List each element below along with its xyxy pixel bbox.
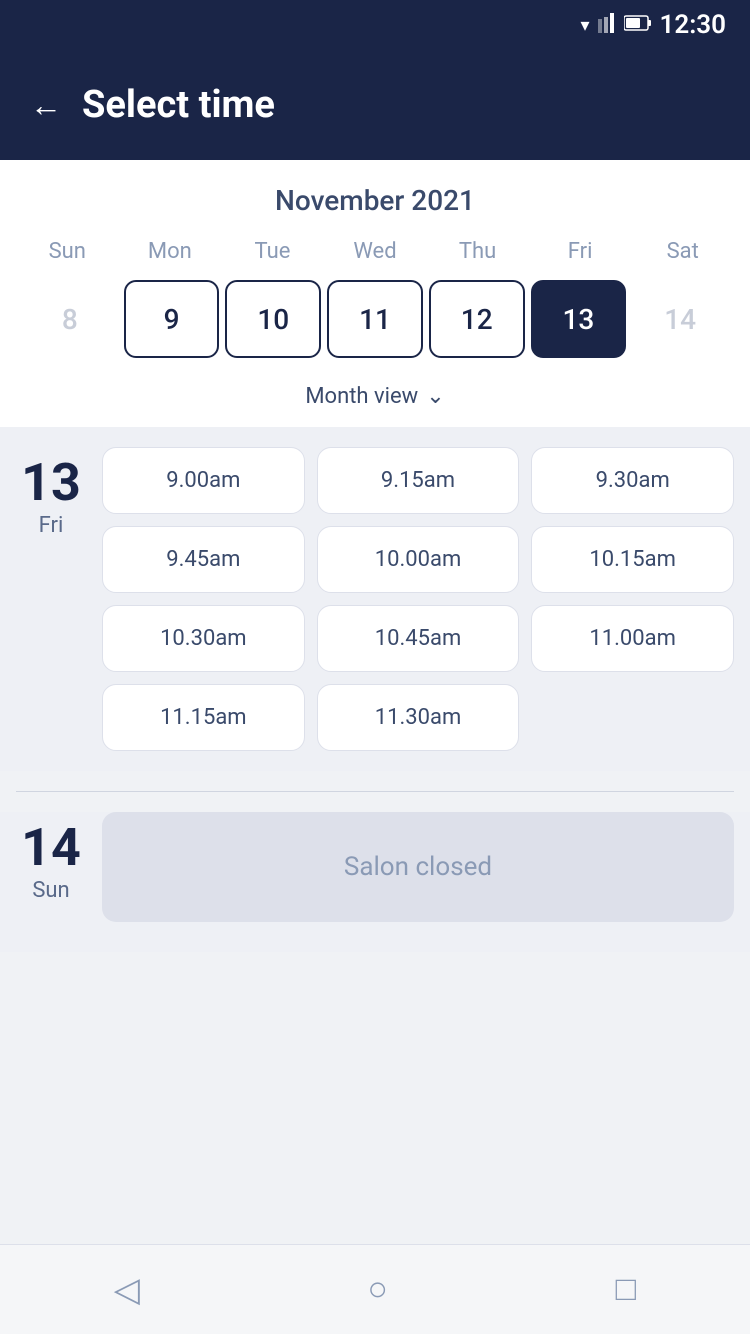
time-slot-1015am[interactable]: 10.15am (531, 526, 734, 593)
back-button[interactable]: ← (30, 89, 62, 121)
day-label-14: 14 Sun (16, 812, 86, 922)
date-12[interactable]: 12 (429, 280, 525, 358)
status-icons: ▾ 12:30 (580, 10, 726, 40)
status-time: 12:30 (660, 10, 727, 40)
recent-nav-icon: □ (616, 1270, 637, 1309)
status-bar: ▾ 12:30 (0, 0, 750, 50)
date-row: 8 9 10 11 12 13 14 (16, 280, 734, 374)
weekday-row: Sun Mon Tue Wed Thu Fri Sat (16, 235, 734, 268)
battery-icon (624, 15, 652, 36)
time-grid-13: 9.00am 9.15am 9.30am 9.45am 10.00am 10.1… (102, 447, 734, 751)
time-slot-930am[interactable]: 9.30am (531, 447, 734, 514)
weekday-fri: Fri (529, 235, 632, 268)
home-nav-icon: ○ (368, 1270, 389, 1309)
time-slot-915am[interactable]: 9.15am (317, 447, 520, 514)
page-title: Select time (82, 83, 275, 127)
time-slot-1000am[interactable]: 10.00am (317, 526, 520, 593)
wifi-icon: ▾ (580, 15, 589, 36)
calendar-section: November 2021 Sun Mon Tue Wed Thu Fri Sa… (0, 160, 750, 427)
day-label-13: 13 Fri (16, 447, 86, 751)
signal-icon (598, 13, 616, 38)
day-block-13: 13 Fri 9.00am 9.15am 9.30am 9.45am 10.00… (16, 447, 734, 751)
month-view-toggle[interactable]: Month view ⌄ (16, 374, 734, 427)
weekday-mon: Mon (119, 235, 222, 268)
month-year-label: November 2021 (16, 184, 734, 217)
day-block-14: 14 Sun Salon closed (0, 812, 750, 952)
time-slot-1115am[interactable]: 11.15am (102, 684, 305, 751)
date-9[interactable]: 9 (124, 280, 220, 358)
weekday-sun: Sun (16, 235, 119, 268)
section-divider (16, 791, 734, 792)
day-number-14: 14 (21, 822, 81, 874)
month-view-label: Month view (305, 384, 418, 409)
chevron-down-icon: ⌄ (426, 384, 444, 409)
date-8[interactable]: 8 (22, 280, 118, 358)
date-13[interactable]: 13 (531, 280, 627, 358)
weekday-thu: Thu (426, 235, 529, 268)
time-slot-1030am[interactable]: 10.30am (102, 605, 305, 672)
header: ← Select time (0, 50, 750, 160)
bottom-nav: ◁ ○ □ (0, 1244, 750, 1334)
nav-back-button[interactable]: ◁ (114, 1270, 140, 1310)
day-name-sun: Sun (32, 878, 69, 903)
time-slot-900am[interactable]: 9.00am (102, 447, 305, 514)
day-name-fri: Fri (39, 513, 64, 538)
back-nav-icon: ◁ (114, 1270, 140, 1310)
nav-home-button[interactable]: ○ (368, 1270, 389, 1309)
date-10[interactable]: 10 (225, 280, 321, 358)
weekday-tue: Tue (221, 235, 324, 268)
day-number-13: 13 (21, 457, 81, 509)
time-slot-1130am[interactable]: 11.30am (317, 684, 520, 751)
date-14[interactable]: 14 (632, 280, 728, 358)
time-slot-945am[interactable]: 9.45am (102, 526, 305, 593)
time-slot-1045am[interactable]: 10.45am (317, 605, 520, 672)
weekday-wed: Wed (324, 235, 427, 268)
time-section: 13 Fri 9.00am 9.15am 9.30am 9.45am 10.00… (0, 427, 750, 771)
date-11[interactable]: 11 (327, 280, 423, 358)
salon-closed-banner: Salon closed (102, 812, 734, 922)
nav-recent-button[interactable]: □ (616, 1270, 637, 1309)
time-slot-1100am[interactable]: 11.00am (531, 605, 734, 672)
salon-closed-label: Salon closed (344, 852, 492, 882)
weekday-sat: Sat (631, 235, 734, 268)
